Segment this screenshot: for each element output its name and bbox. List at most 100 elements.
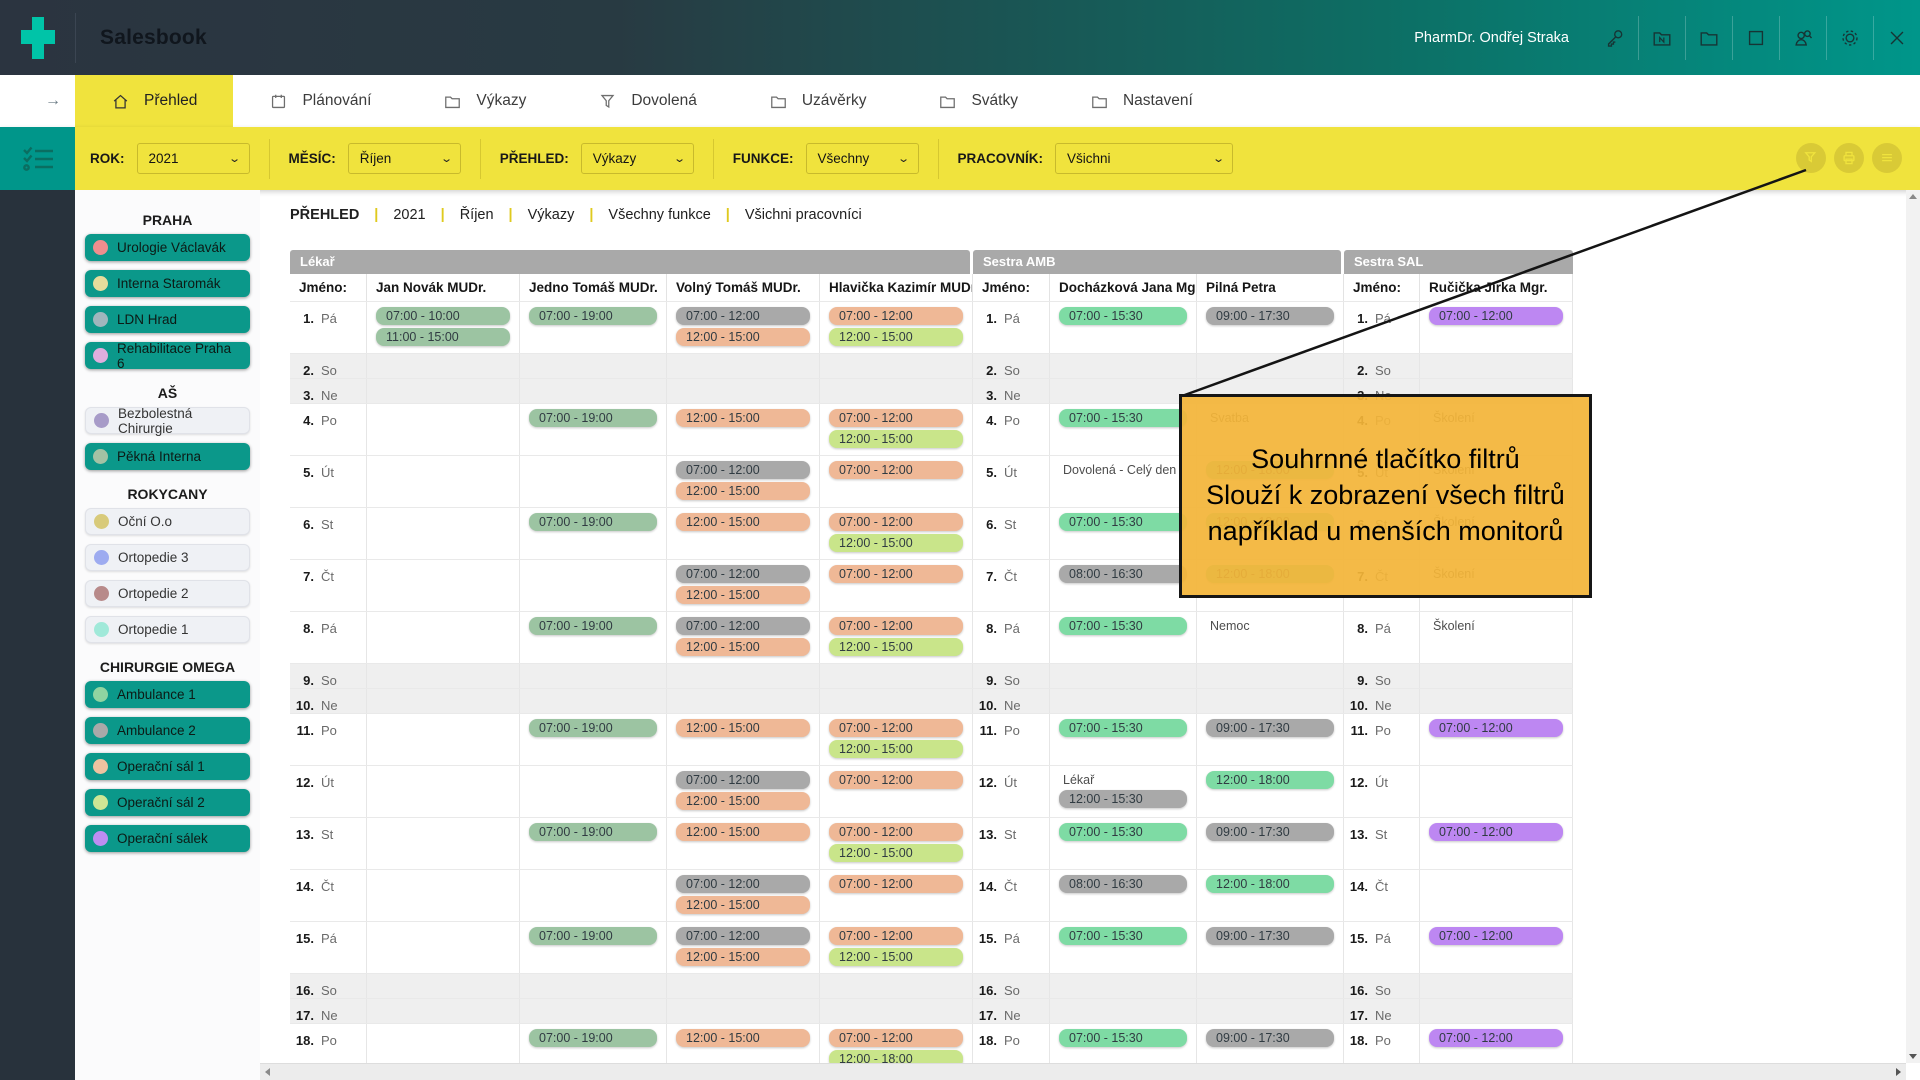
department-pill[interactable]: Ortopedie 2: [85, 580, 250, 607]
shift-chip[interactable]: 09:00 - 17:30: [1206, 927, 1334, 945]
key-icon[interactable]: [1591, 16, 1638, 60]
shift-chip[interactable]: 09:00 - 17:30: [1206, 823, 1334, 841]
shift-chip[interactable]: 07:00 - 12:00: [829, 461, 963, 479]
shift-chip[interactable]: 12:00 - 15:00: [829, 638, 963, 656]
shift-chip[interactable]: 07:00 - 12:00: [829, 719, 963, 737]
shift-chip[interactable]: 07:00 - 12:00: [829, 307, 963, 325]
shift-chip[interactable]: 09:00 - 17:30: [1206, 719, 1334, 737]
filter-select-pracovnik[interactable]: Všichni⌄: [1055, 143, 1233, 174]
department-pill[interactable]: Oční O.o: [85, 508, 250, 535]
shift-chip[interactable]: 12:00 - 15:00: [676, 328, 810, 346]
shift-chip[interactable]: 07:00 - 15:30: [1059, 617, 1187, 635]
shift-chip[interactable]: 07:00 - 12:00: [829, 771, 963, 789]
department-pill[interactable]: Urologie Václavák: [85, 234, 250, 261]
shift-chip[interactable]: 12:00 - 15:00: [829, 740, 963, 758]
shift-chip[interactable]: 12:00 - 18:00: [1206, 771, 1334, 789]
shift-chip[interactable]: 07:00 - 19:00: [529, 307, 657, 325]
shift-chip[interactable]: 12:00 - 15:00: [676, 638, 810, 656]
department-pill[interactable]: Ortopedie 3: [85, 544, 250, 571]
shift-chip[interactable]: 07:00 - 12:00: [829, 565, 963, 583]
folder-icon[interactable]: [1685, 16, 1732, 60]
shift-chip[interactable]: 07:00 - 12:00: [676, 927, 810, 945]
shift-chip[interactable]: 07:00 - 12:00: [1429, 307, 1563, 325]
shift-chip[interactable]: 07:00 - 19:00: [529, 1029, 657, 1047]
shift-chip[interactable]: 07:00 - 12:00: [829, 617, 963, 635]
shift-chip[interactable]: 07:00 - 12:00: [829, 823, 963, 841]
shift-chip[interactable]: 12:00 - 15:00: [829, 430, 963, 448]
shift-chip[interactable]: 07:00 - 15:30: [1059, 1029, 1187, 1047]
department-pill[interactable]: Rehabilitace Praha 6: [85, 342, 250, 369]
tab-dovolena[interactable]: Dovolená: [562, 75, 733, 127]
department-pill[interactable]: LDN Hrad: [85, 306, 250, 333]
shift-chip[interactable]: 12:00 - 15:00: [676, 586, 810, 604]
department-pill[interactable]: Bezbolestná Chirurgie: [85, 407, 250, 434]
shift-note[interactable]: Školení: [1420, 615, 1572, 634]
shift-chip[interactable]: 07:00 - 10:00: [376, 307, 510, 325]
close-icon[interactable]: [1873, 16, 1920, 60]
filter-select-funkce[interactable]: Všechny⌄: [806, 143, 919, 174]
scroll-right-arrow-icon[interactable]: [1896, 1068, 1901, 1076]
menu-button[interactable]: [1872, 143, 1902, 173]
shift-chip[interactable]: 07:00 - 12:00: [676, 771, 810, 789]
shift-chip[interactable]: 07:00 - 12:00: [1429, 927, 1563, 945]
filter-select-rok[interactable]: 2021⌄: [137, 143, 250, 174]
shift-chip[interactable]: 07:00 - 12:00: [829, 927, 963, 945]
shift-chip[interactable]: 12:00 - 15:00: [676, 513, 810, 531]
shift-chip[interactable]: 07:00 - 12:00: [1429, 823, 1563, 841]
tab-prehled[interactable]: Přehled: [75, 75, 233, 127]
department-pill[interactable]: Ambulance 1: [85, 681, 250, 708]
department-pill[interactable]: Operační sál 1: [85, 753, 250, 780]
shift-chip[interactable]: 12:00 - 15:00: [676, 409, 810, 427]
shift-chip[interactable]: 07:00 - 12:00: [829, 409, 963, 427]
shift-chip[interactable]: 07:00 - 12:00: [676, 565, 810, 583]
shift-chip[interactable]: 07:00 - 15:30: [1059, 927, 1187, 945]
shift-chip[interactable]: 07:00 - 15:30: [1059, 513, 1187, 531]
shift-chip[interactable]: 07:00 - 15:30: [1059, 409, 1187, 427]
tab-nastaveni[interactable]: Nastavení: [1054, 75, 1229, 127]
department-pill[interactable]: Pěkná Interna: [85, 443, 250, 470]
horizontal-scrollbar[interactable]: [260, 1063, 1906, 1080]
shift-chip[interactable]: 12:00 - 15:00: [829, 534, 963, 552]
shift-chip[interactable]: 12:00 - 15:00: [676, 482, 810, 500]
shift-chip[interactable]: 12:00 - 15:00: [829, 948, 963, 966]
shift-note[interactable]: Dovolená - Celý den: [1050, 459, 1196, 478]
shift-chip[interactable]: 07:00 - 12:00: [676, 875, 810, 893]
shift-chip[interactable]: 12:00 - 18:00: [829, 1050, 963, 1063]
shift-chip[interactable]: 07:00 - 19:00: [529, 617, 657, 635]
filter-button[interactable]: [1796, 143, 1826, 173]
shift-chip[interactable]: 07:00 - 12:00: [829, 1029, 963, 1047]
shift-chip[interactable]: 12:00 - 15:30: [1059, 790, 1187, 808]
scroll-down-arrow-icon[interactable]: [1909, 1054, 1917, 1059]
user-search-icon[interactable]: [1779, 16, 1826, 60]
shift-chip[interactable]: 07:00 - 19:00: [529, 409, 657, 427]
shift-chip[interactable]: 12:00 - 15:00: [829, 328, 963, 346]
department-pill[interactable]: Operační sálek: [85, 825, 250, 852]
vertical-scrollbar[interactable]: [1906, 190, 1920, 1063]
shift-note[interactable]: Lékař: [1050, 769, 1196, 788]
department-pill[interactable]: Ambulance 2: [85, 717, 250, 744]
shift-chip[interactable]: 12:00 - 15:00: [676, 1029, 810, 1047]
shift-chip[interactable]: 07:00 - 12:00: [676, 307, 810, 325]
shift-chip[interactable]: 07:00 - 12:00: [829, 513, 963, 531]
shift-chip[interactable]: 07:00 - 19:00: [529, 513, 657, 531]
tab-uzaverky[interactable]: Uzávěrky: [733, 75, 903, 127]
filter-select-prehled[interactable]: Výkazy⌄: [581, 143, 694, 174]
shift-chip[interactable]: 07:00 - 15:30: [1059, 719, 1187, 737]
shift-chip[interactable]: 07:00 - 12:00: [676, 617, 810, 635]
folder-n-icon[interactable]: [1638, 16, 1685, 60]
shift-chip[interactable]: 09:00 - 17:30: [1206, 1029, 1334, 1047]
shift-chip[interactable]: 07:00 - 19:00: [529, 719, 657, 737]
shift-chip[interactable]: 12:00 - 15:00: [676, 792, 810, 810]
shift-chip[interactable]: 08:00 - 16:30: [1059, 875, 1187, 893]
checklist-menu-button[interactable]: [0, 127, 75, 190]
filter-select-mesic[interactable]: Říjen⌄: [348, 143, 461, 174]
shift-chip[interactable]: 12:00 - 15:00: [829, 844, 963, 862]
shift-chip[interactable]: 07:00 - 19:00: [529, 927, 657, 945]
shift-note[interactable]: Nemoc: [1197, 615, 1343, 634]
department-pill[interactable]: Operační sál 2: [85, 789, 250, 816]
shift-chip[interactable]: 07:00 - 15:30: [1059, 307, 1187, 325]
shift-chip[interactable]: 11:00 - 15:00: [376, 328, 510, 346]
tab-vykazy[interactable]: Výkazy: [407, 75, 562, 127]
shift-chip[interactable]: 09:00 - 17:30: [1206, 307, 1334, 325]
department-pill[interactable]: Interna Staromák: [85, 270, 250, 297]
